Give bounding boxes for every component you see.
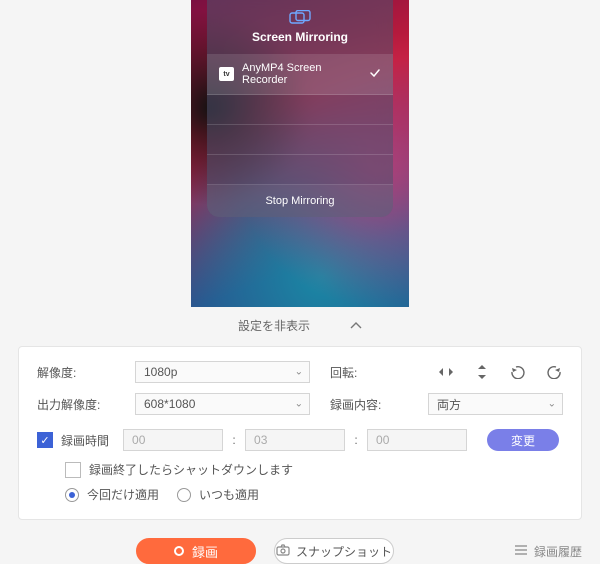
- record-time-label: 録画時間: [61, 432, 109, 449]
- change-button[interactable]: 変更: [487, 429, 559, 451]
- flip-vertical-icon[interactable]: [473, 363, 491, 381]
- snapshot-button-label: スナップショット: [296, 543, 392, 560]
- record-button-label: 録画: [192, 542, 218, 561]
- check-icon: [369, 67, 381, 82]
- chevron-down-icon: ⌄: [295, 399, 303, 410]
- apply-once-label: 今回だけ適用: [87, 486, 159, 503]
- rotate-right-icon[interactable]: [545, 363, 563, 381]
- record-time-checkbox[interactable]: ✓: [37, 432, 53, 448]
- shutdown-checkbox[interactable]: [65, 462, 81, 478]
- time-hours-input[interactable]: 00: [123, 429, 223, 451]
- record-history-button[interactable]: 録画履歴: [514, 543, 582, 560]
- phone-preview: Screen Mirroring tv AnyMP4 Screen Record…: [191, 0, 409, 307]
- mirror-device-name: AnyMP4 Screen Recorder: [242, 62, 361, 86]
- time-colon: :: [231, 433, 237, 447]
- record-content-select[interactable]: 両方 ⌄: [428, 393, 563, 415]
- mirror-empty-row: [207, 155, 393, 185]
- time-minutes-input[interactable]: 03: [245, 429, 345, 451]
- time-seconds-input[interactable]: 00: [367, 429, 467, 451]
- mirror-title: Screen Mirroring: [207, 30, 393, 44]
- chevron-down-icon: ⌄: [548, 399, 556, 410]
- tv-icon: tv: [219, 67, 234, 81]
- collapse-settings-bar[interactable]: 設定を非表示: [0, 307, 600, 346]
- resolution-label: 解像度:: [37, 364, 127, 381]
- camera-icon: [276, 544, 290, 559]
- resolution-value: 1080p: [144, 365, 177, 379]
- mirror-panel: Screen Mirroring tv AnyMP4 Screen Record…: [207, 0, 393, 217]
- record-content-value: 両方: [437, 396, 461, 413]
- collapse-label: 設定を非表示: [238, 317, 310, 334]
- flip-horizontal-icon[interactable]: [437, 363, 455, 381]
- mirror-device-row[interactable]: tv AnyMP4 Screen Recorder: [207, 54, 393, 95]
- output-resolution-select[interactable]: 608*1080 ⌄: [135, 393, 310, 415]
- list-icon: [514, 544, 528, 559]
- shutdown-label: 録画終了したらシャットダウンします: [89, 461, 293, 478]
- record-history-label: 録画履歴: [534, 543, 582, 560]
- resolution-select[interactable]: 1080p ⌄: [135, 361, 310, 383]
- apply-always-radio[interactable]: [177, 488, 191, 502]
- rotation-label: 回転:: [330, 364, 357, 381]
- rotate-left-icon[interactable]: [509, 363, 527, 381]
- content-label: 録画内容:: [330, 396, 381, 413]
- time-colon: :: [353, 433, 359, 447]
- apply-always-label: いつも適用: [199, 486, 259, 503]
- chevron-up-icon: [350, 319, 362, 333]
- screen-mirroring-icon: [207, 10, 393, 26]
- apply-once-radio[interactable]: [65, 488, 79, 502]
- output-resolution-value: 608*1080: [144, 397, 195, 411]
- chevron-down-icon: ⌄: [295, 367, 303, 378]
- settings-panel: 解像度: 1080p ⌄ 回転: 出力解像度: 608*1080 ⌄: [18, 346, 582, 520]
- record-button[interactable]: 録画: [136, 538, 256, 564]
- mirror-empty-row: [207, 125, 393, 155]
- snapshot-button[interactable]: スナップショット: [274, 538, 394, 564]
- mirror-empty-row: [207, 95, 393, 125]
- stop-mirroring-button[interactable]: Stop Mirroring: [207, 185, 393, 217]
- output-resolution-label: 出力解像度:: [37, 396, 127, 413]
- bottom-bar: 録画 スナップショット 録画履歴: [0, 534, 600, 564]
- record-icon: [174, 546, 184, 556]
